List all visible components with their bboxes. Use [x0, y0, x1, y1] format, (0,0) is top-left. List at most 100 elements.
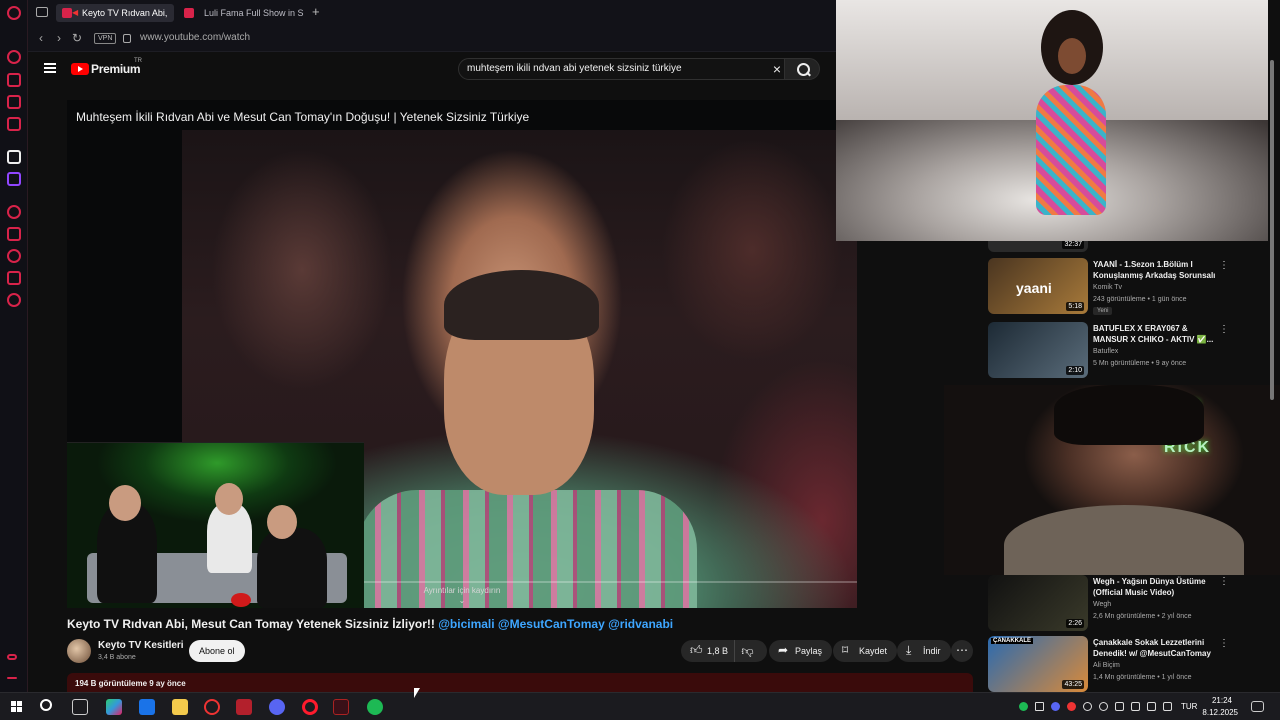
thumbs-up-icon: 👍︎ — [690, 643, 703, 657]
microphone-icon[interactable] — [1115, 702, 1124, 711]
speed-dial-icon[interactable] — [7, 50, 21, 64]
clock-time[interactable]: 21:24 — [1212, 696, 1232, 705]
hamburger-menu-icon[interactable] — [44, 63, 56, 73]
channel-name[interactable]: Keyto TV Kesitleri — [98, 640, 184, 651]
windows-start-icon[interactable] — [9, 699, 25, 715]
back-icon[interactable]: ‹ — [34, 31, 48, 45]
discord-icon[interactable] — [269, 699, 285, 715]
page-scrollbar[interactable] — [1268, 40, 1276, 690]
list-item[interactable]: 2:10 — [988, 322, 1088, 378]
duration-badge: 43:25 — [1062, 680, 1084, 689]
tab-label: Luli Fama Full Show in SLO — [204, 8, 304, 18]
dislike-button[interactable]: 👎︎ — [734, 640, 760, 662]
list-item[interactable]: ÇANAKKALE 43:25 — [988, 636, 1088, 692]
item-menu-icon[interactable]: ⋮ — [1219, 638, 1229, 649]
forward-icon[interactable]: › — [52, 31, 66, 45]
youtube-premium-label[interactable]: Premium — [91, 62, 141, 76]
view-count-and-date: 194 B görüntüleme 9 ay önce — [75, 679, 186, 688]
extensions-icon[interactable] — [7, 271, 21, 285]
streamer-webcam-overlay: ZZRICK — [944, 385, 1280, 575]
progress-bar[interactable] — [364, 581, 857, 583]
network-icon[interactable] — [1147, 702, 1156, 711]
channel-name[interactable]: Batuflex — [1093, 348, 1118, 355]
video-title[interactable]: YAANİ - 1.Sezon 1.Bölüm I Konuşlanmış Ar… — [1093, 259, 1218, 281]
settings-icon[interactable] — [7, 293, 21, 307]
search-button[interactable] — [784, 58, 820, 80]
opera-icon[interactable] — [302, 699, 318, 715]
tab-luli-fama[interactable]: Luli Fama Full Show in SLO — [178, 4, 304, 22]
audio-playing-icon[interactable]: ◀ — [72, 8, 81, 17]
volume-icon[interactable] — [1163, 702, 1172, 711]
country-code: TR — [134, 58, 142, 64]
share-button[interactable]: ➦ Paylaş — [769, 640, 833, 662]
outlook-icon[interactable] — [139, 699, 155, 715]
description-box[interactable]: 194 B görüntüleme 9 ay önce — [67, 673, 973, 693]
youtube-logo-icon[interactable] — [71, 63, 89, 75]
history-icon[interactable] — [7, 249, 21, 263]
more-actions-button[interactable]: ⋯ — [951, 640, 973, 662]
input-language[interactable]: TUR — [1181, 702, 1197, 711]
avatar[interactable] — [67, 639, 91, 663]
like-button[interactable]: 👍︎ 1,8 B — [681, 640, 738, 662]
opera-gx-active-icon[interactable] — [333, 699, 349, 715]
chevron-down-icon[interactable]: ⌄ — [67, 596, 857, 605]
file-explorer-icon[interactable] — [172, 699, 188, 715]
tab-keyto-tv[interactable]: ◀ Keyto TV Rıdvan Abi, — [56, 4, 174, 22]
more-icon[interactable] — [7, 677, 17, 679]
spotify-tray-icon[interactable] — [1019, 702, 1028, 711]
search-icon[interactable] — [40, 699, 52, 711]
ai-icon[interactable] — [7, 150, 21, 164]
video-title[interactable]: BATUFLEX X ERAY067 & MANSUR X CHIKO - AK… — [1093, 323, 1218, 345]
tray-icon[interactable] — [1099, 702, 1108, 711]
player-icon[interactable] — [7, 205, 21, 219]
video-player[interactable]: Muhteşem İkili Rıdvan Abi ve Mesut Can T… — [67, 100, 857, 608]
item-menu-icon[interactable]: ⋮ — [1219, 324, 1229, 335]
url-field[interactable]: www.youtube.com/watch — [140, 32, 250, 43]
messenger-icon[interactable] — [7, 117, 21, 131]
gx-corner-icon[interactable] — [7, 654, 17, 660]
spotify-icon[interactable] — [367, 699, 383, 715]
reload-icon[interactable]: ↻ — [70, 31, 84, 45]
channel-name[interactable]: Ali Biçim — [1093, 662, 1120, 669]
streamer-body-shape — [1004, 505, 1244, 575]
notifications-icon[interactable] — [1251, 701, 1264, 712]
search-box[interactable]: × — [458, 58, 788, 80]
copilot-icon[interactable] — [106, 699, 122, 715]
list-item[interactable]: yaani 5:18 — [988, 258, 1088, 314]
discord-tray-icon[interactable] — [1051, 702, 1060, 711]
item-menu-icon[interactable]: ⋮ — [1219, 260, 1229, 271]
vpn-badge[interactable]: VPN — [94, 33, 117, 44]
tray-icon[interactable] — [1083, 702, 1092, 711]
tray-icon[interactable] — [1035, 702, 1044, 711]
video-title[interactable]: Wegh - Yağsın Dünya Üstüme (Official Mus… — [1093, 576, 1218, 598]
lock-icon[interactable] — [123, 34, 131, 43]
channel-name[interactable]: Wegh — [1093, 601, 1111, 608]
item-menu-icon[interactable]: ⋮ — [1219, 576, 1229, 587]
task-view-icon[interactable] — [72, 699, 88, 715]
list-item[interactable]: 2:26 — [988, 575, 1088, 631]
twitch-tracker-icon[interactable] — [7, 95, 21, 109]
bookmarks-icon[interactable] — [7, 73, 21, 87]
scrollbar-thumb[interactable] — [1270, 60, 1274, 400]
tray-icon[interactable] — [1131, 702, 1140, 711]
download-button[interactable]: ⤓ İndir — [897, 640, 951, 662]
tray-icon[interactable] — [1067, 702, 1076, 711]
search-input[interactable] — [467, 63, 757, 74]
notes-icon[interactable] — [7, 227, 21, 241]
channel-name[interactable]: Komik Tv — [1093, 284, 1122, 291]
clear-search-icon[interactable]: × — [773, 61, 781, 77]
opera-gx-icon[interactable] — [204, 699, 220, 715]
youtube-header: Premium TR × — [28, 52, 838, 92]
opera-logo-icon[interactable] — [7, 6, 21, 20]
twitch-icon[interactable] — [7, 172, 21, 186]
save-button[interactable]: ⌑ Kaydet — [833, 640, 898, 662]
tab-manager-icon[interactable] — [36, 7, 48, 17]
video-meta: 2,6 Mn görüntüleme • 2 yıl önce — [1093, 613, 1192, 620]
subscribe-button[interactable]: Abone ol — [189, 640, 245, 662]
video-meta: 243 görüntüleme • 1 gün önce — [1093, 296, 1187, 303]
clock-date[interactable]: 8.12.2025 — [1202, 708, 1238, 717]
new-tab-icon[interactable]: + — [312, 5, 320, 19]
voicemeeter-icon[interactable] — [236, 699, 252, 715]
video-title[interactable]: Çanakkale Sokak Lezzetlerini Denedik! w/… — [1093, 637, 1218, 659]
video-title-tags[interactable]: @bicimali @MesutCanTomay @ridvanabi — [438, 617, 673, 631]
